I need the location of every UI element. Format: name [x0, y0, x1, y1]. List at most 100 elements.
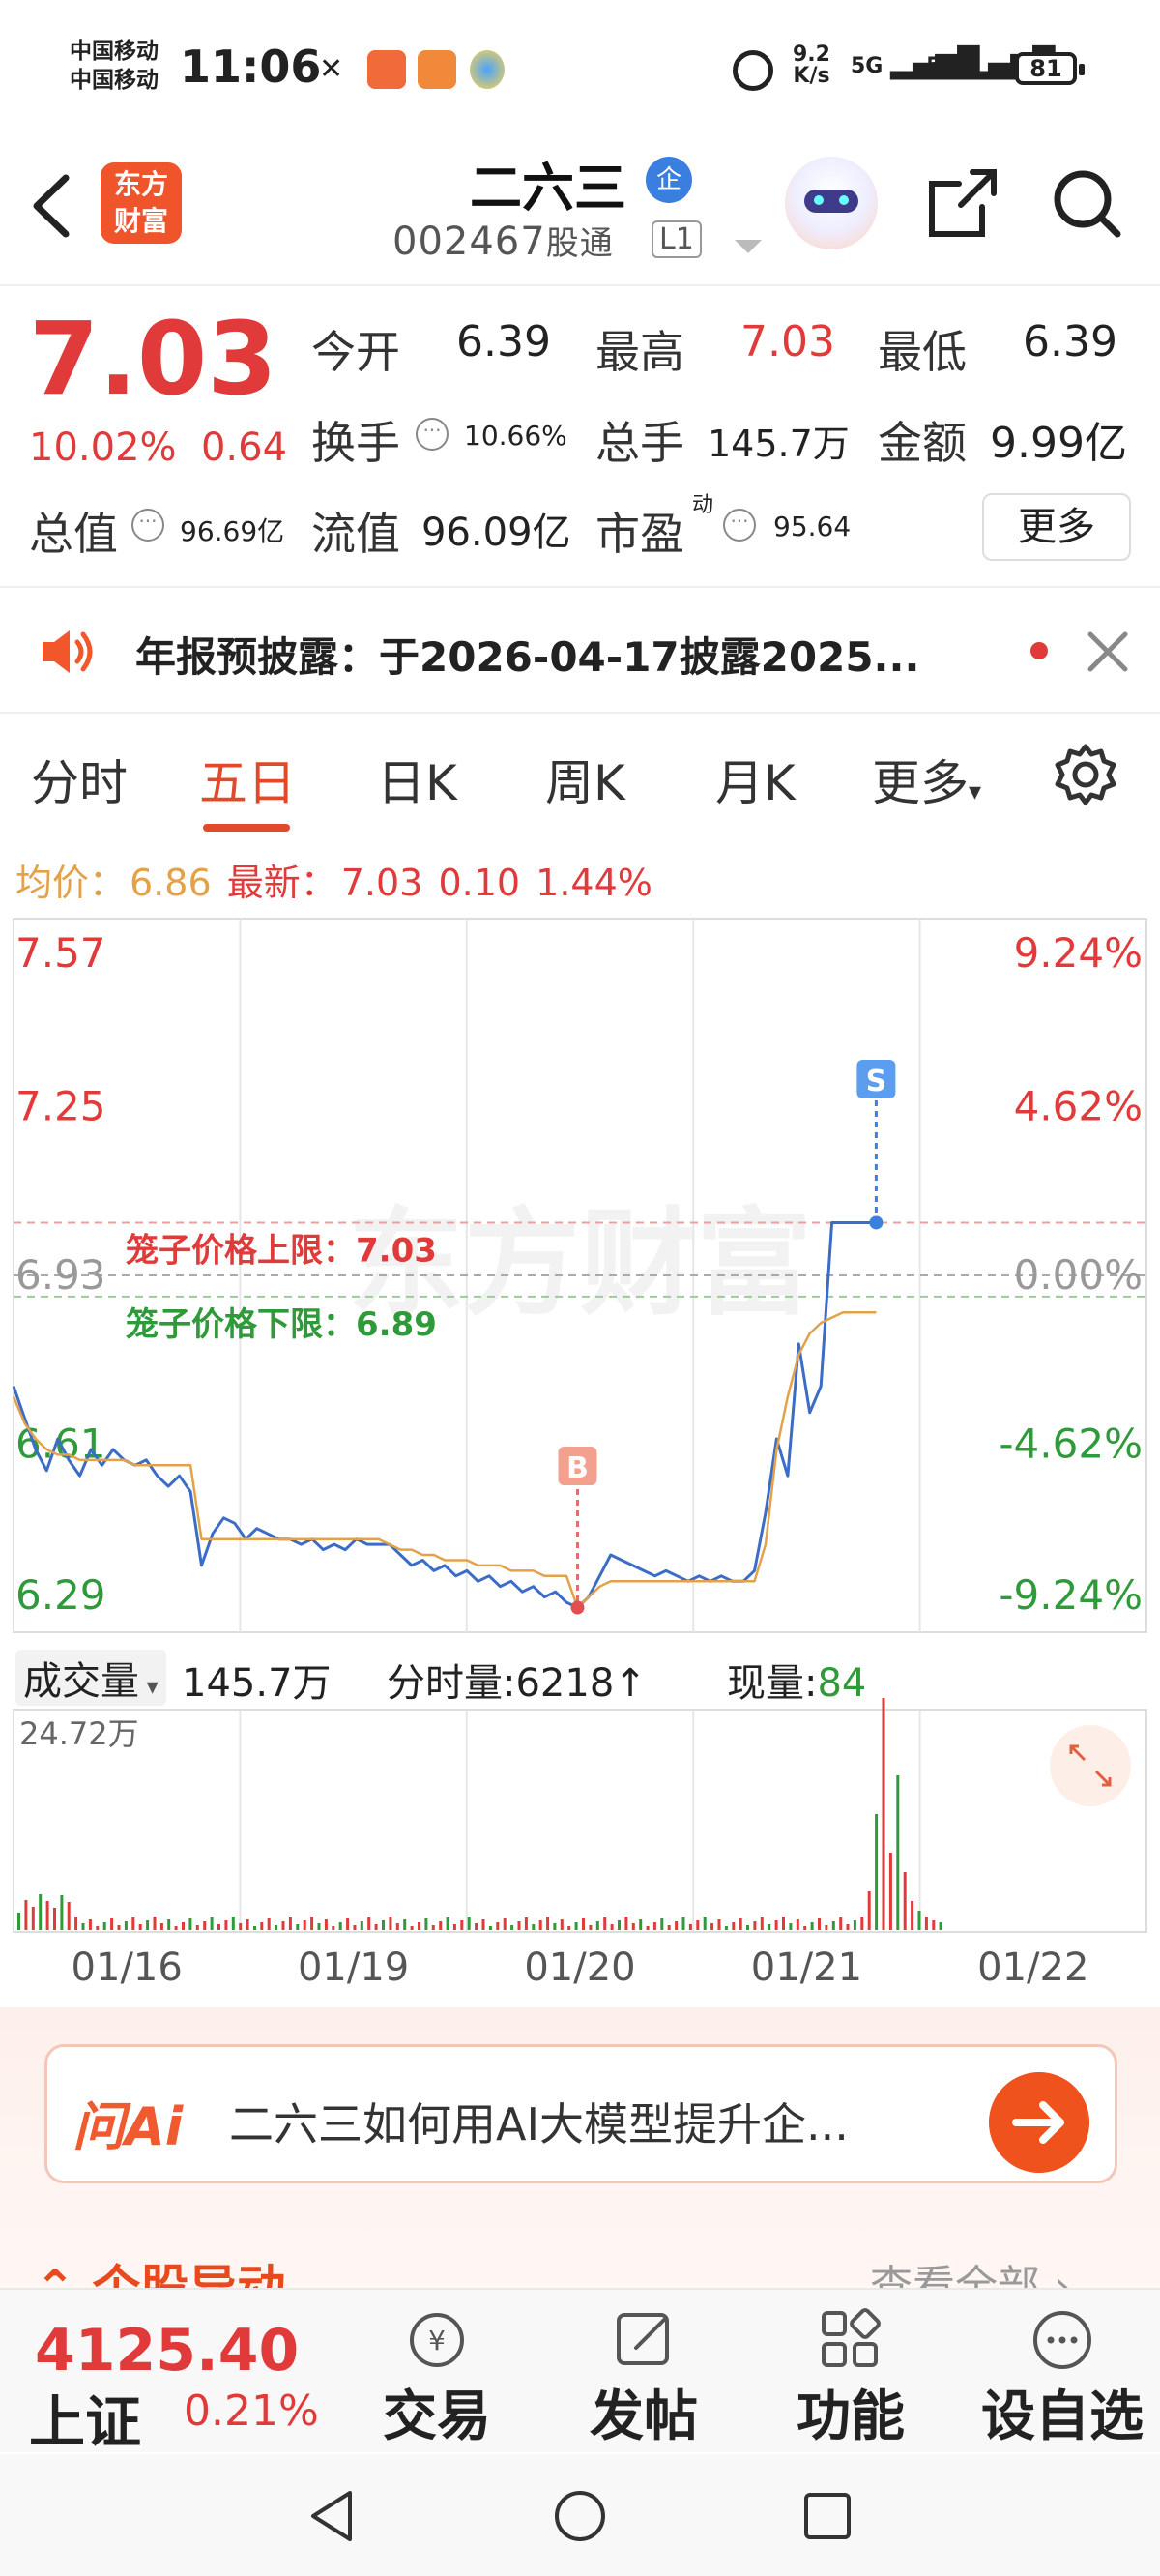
- arrow-right-icon[interactable]: [989, 2072, 1089, 2173]
- tab-weekly-k[interactable]: 周K: [545, 745, 625, 814]
- ai-section: 问Ai 二六三如何用AI大模型提升企... ⌃ 个股异动 查看全部 ›: [0, 2007, 1160, 2316]
- volume-bar: [367, 1917, 371, 1930]
- notice-bar[interactable]: 年报预披露：于2026-04-17披露2025...: [0, 590, 1160, 714]
- volume-bar: [825, 1925, 828, 1930]
- back-icon[interactable]: [27, 172, 75, 240]
- volume-bar: [60, 1895, 64, 1930]
- pe-value: 95.64: [773, 511, 852, 542]
- nav-post[interactable]: 发帖: [557, 2305, 731, 2450]
- avg-price-line: 均价： 6.86 最新： 7.03 0.10 1.44%: [15, 853, 656, 906]
- volume-bar: [660, 1918, 664, 1930]
- ai-prompt-box[interactable]: 问Ai 二六三如何用AI大模型提升企...: [44, 2044, 1117, 2183]
- dropdown-arrow-icon[interactable]: [735, 240, 762, 253]
- tab-monthly-k[interactable]: 月K: [715, 745, 796, 814]
- nav-recents-icon[interactable]: [802, 2491, 853, 2541]
- expand-icon: [1050, 1725, 1131, 1806]
- y-label-right: -9.24%: [999, 1571, 1143, 1619]
- volume-bar: [239, 1923, 243, 1930]
- volume-bar: [174, 1926, 178, 1930]
- volume-bar: [867, 1891, 871, 1930]
- carrier-2: 中国移动: [70, 68, 159, 93]
- tab-more[interactable]: 更多▾: [872, 745, 981, 814]
- nav-back-icon[interactable]: [307, 2489, 356, 2543]
- search-icon[interactable]: [1048, 164, 1125, 242]
- volume-bar: [88, 1919, 92, 1930]
- app-logo[interactable]: 东方 财富: [101, 162, 182, 244]
- volume-bar: [810, 1922, 814, 1930]
- nav-add-watchlist[interactable]: 设自选: [971, 2305, 1154, 2450]
- nav-trade[interactable]: ¥ 交易: [350, 2305, 524, 2450]
- tab-intraday[interactable]: 分时: [31, 745, 128, 814]
- volume-bar: [774, 1920, 778, 1930]
- nav-functions[interactable]: 功能: [764, 2305, 938, 2450]
- volume-bar: [39, 1894, 43, 1930]
- volume-bar: [682, 1917, 685, 1930]
- volume-bar: [110, 1918, 114, 1930]
- volume-bar: [131, 1917, 135, 1930]
- tab-five-day[interactable]: 五日: [199, 745, 296, 814]
- volume-bar: [467, 1917, 471, 1930]
- volume-bar: [853, 1920, 856, 1930]
- volume-bar: [389, 1917, 392, 1930]
- volume-bar: [324, 1919, 328, 1930]
- notification-icon: ✕: [319, 52, 344, 86]
- y-label-left: 6.93: [15, 1251, 106, 1299]
- volume-bar: [911, 1901, 914, 1930]
- open-label: 今开: [311, 326, 400, 378]
- turnover-info-icon[interactable]: ···: [416, 418, 449, 451]
- index-name: 上证: [29, 2389, 142, 2455]
- up-arrow-icon: ↑: [614, 1661, 647, 1706]
- edit-icon: [617, 2313, 669, 2365]
- pe-info-icon[interactable]: ···: [723, 509, 756, 542]
- volume-bar: [831, 1921, 835, 1930]
- volume-bar: [138, 1924, 142, 1930]
- stock-code-line[interactable]: 002467股通: [392, 217, 614, 264]
- volume-selector[interactable]: 成交量 ▾: [15, 1650, 166, 1706]
- volume-bar: [424, 1918, 428, 1930]
- change-pct: 10.02%: [29, 425, 177, 470]
- logo-line-2: 财富: [113, 205, 168, 237]
- volume-bar: [403, 1919, 407, 1930]
- five-day-chart[interactable]: 东方财富笼子价格上限：7.03笼子价格下限：6.897.577.256.936.…: [0, 917, 1160, 2009]
- bottom-nav: 4125.40 上证 0.21% ¥ 交易 发帖 功能 设自选: [0, 2288, 1160, 2455]
- nav-home-icon[interactable]: [553, 2489, 607, 2543]
- volume-bar: [231, 1917, 235, 1930]
- tab-daily-k[interactable]: 日K: [377, 745, 457, 814]
- latest-change: 0.10: [438, 862, 521, 904]
- gear-icon[interactable]: [1054, 743, 1117, 806]
- stock-name[interactable]: 二六三: [470, 145, 626, 221]
- volume-bar: [317, 1923, 321, 1930]
- volume-bar: [624, 1917, 628, 1930]
- mktcap-info-icon[interactable]: ···: [131, 509, 164, 542]
- volume-bar: [888, 1853, 892, 1930]
- volume-bar: [818, 1918, 821, 1930]
- volume-bar: [610, 1924, 614, 1930]
- nav-post-label: 发帖: [590, 2386, 698, 2448]
- volume-bar: [917, 1911, 921, 1930]
- sell-marker-dot: [869, 1215, 884, 1230]
- latest-pct: 1.44%: [536, 862, 652, 904]
- volume-bar: [688, 1924, 692, 1930]
- stock-header: 东方 财富 二六三 企 002467股通 L1: [0, 135, 1160, 286]
- change-abs: 0.64: [200, 425, 288, 470]
- y-label-right: -4.62%: [999, 1420, 1143, 1468]
- mktcap-value: 96.69亿: [180, 515, 285, 547]
- volume-bar: [710, 1923, 714, 1930]
- volume-bar: [410, 1926, 414, 1930]
- volume-caret-icon: ▾: [139, 1673, 159, 1700]
- robot-assistant-icon[interactable]: [785, 157, 878, 249]
- index-pct: 0.21%: [184, 2386, 319, 2436]
- volume-bar: [275, 1925, 278, 1930]
- volume-bar: [332, 1926, 335, 1930]
- share-icon[interactable]: [924, 164, 1001, 242]
- volume-bar: [81, 1923, 85, 1930]
- volume-bar: [503, 1918, 507, 1930]
- nav-add-watchlist-label: 设自选: [981, 2386, 1144, 2448]
- avg-label: 均价：: [15, 862, 127, 904]
- more-quote-button[interactable]: 更多: [982, 493, 1131, 561]
- close-icon[interactable]: [1081, 625, 1135, 679]
- price-change: 10.02% 0.64: [29, 425, 287, 470]
- volume-bar: [218, 1924, 220, 1930]
- carrier-labels: 中国移动 中国移动: [70, 37, 159, 95]
- volume-bar: [210, 1917, 214, 1930]
